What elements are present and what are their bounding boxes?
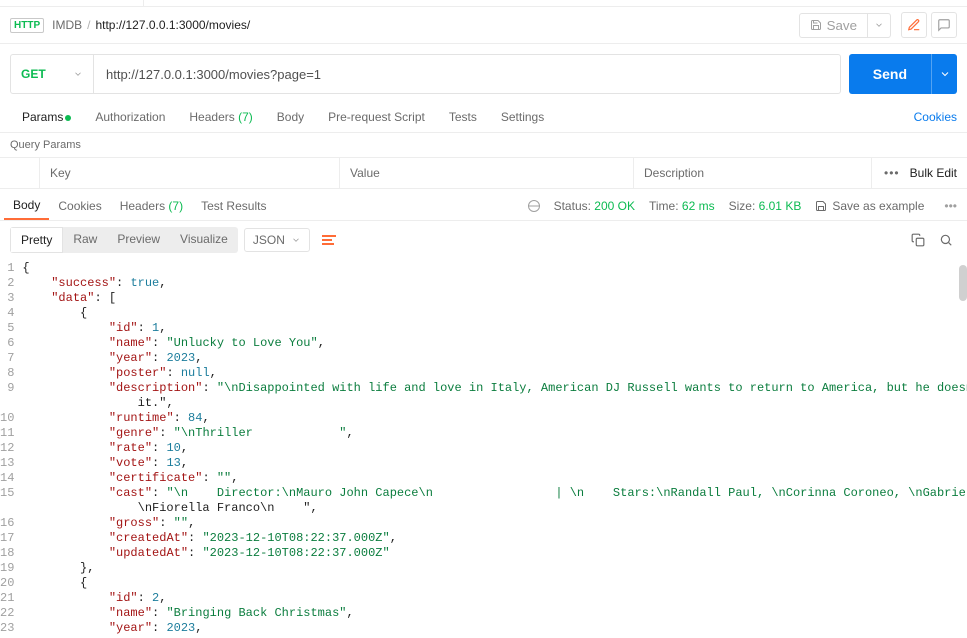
query-params-header: Key Value Description ••• Bulk Edit xyxy=(0,157,967,189)
resp-tab-body[interactable]: Body xyxy=(4,192,49,220)
floppy-icon xyxy=(815,200,827,212)
col-description: Description xyxy=(634,158,872,188)
response-body[interactable]: 1234567891011121314151617181920212223 { … xyxy=(0,259,967,638)
response-meta: Status: 200 OK Time: 62 ms Size: 6.01 KB… xyxy=(528,199,957,213)
save-example-label: Save as example xyxy=(832,199,924,213)
time-value: 62 ms xyxy=(682,199,715,213)
tab-headers[interactable]: Headers (7) xyxy=(177,102,264,132)
http-badge-icon: HTTP xyxy=(10,18,44,33)
dot-icon xyxy=(65,115,71,121)
more-icon[interactable]: ••• xyxy=(884,166,900,180)
save-as-example-button[interactable]: Save as example xyxy=(815,199,924,213)
save-button[interactable]: Save xyxy=(799,13,868,38)
breadcrumb-collection[interactable]: IMDB xyxy=(52,18,82,32)
copy-icon xyxy=(911,233,925,247)
col-value: Value xyxy=(340,158,634,188)
chevron-down-icon xyxy=(874,20,884,30)
floppy-icon xyxy=(810,19,822,31)
tab-params[interactable]: Params xyxy=(10,102,83,132)
language-select[interactable]: JSON xyxy=(244,228,310,252)
code-content[interactable]: { "success": true, "data": [ { "id": 1, … xyxy=(22,259,967,638)
language-value: JSON xyxy=(253,233,285,247)
tab-label: Headers xyxy=(189,110,234,124)
cookies-link[interactable]: Cookies xyxy=(914,102,957,132)
request-row: GET Send xyxy=(0,44,967,102)
status-label: Status: xyxy=(554,199,591,213)
edit-button[interactable] xyxy=(901,12,927,38)
save-dropdown[interactable] xyxy=(868,13,891,38)
network-icon[interactable] xyxy=(528,200,540,212)
url-input[interactable] xyxy=(94,54,841,94)
wrap-lines-icon xyxy=(322,233,336,247)
tab-authorization[interactable]: Authorization xyxy=(83,102,177,132)
view-pretty[interactable]: Pretty xyxy=(10,227,63,253)
send-dropdown[interactable] xyxy=(931,54,957,94)
size-label: Size: xyxy=(729,199,756,213)
breadcrumb-separator: / xyxy=(87,18,90,32)
copy-button[interactable] xyxy=(907,229,929,251)
tab-count: (7) xyxy=(168,199,183,213)
wrap-lines-button[interactable] xyxy=(316,227,342,253)
method-value: GET xyxy=(21,67,46,81)
tab-label: Params xyxy=(22,110,63,124)
chevron-down-icon xyxy=(291,235,301,245)
response-tabs: Body Cookies Headers (7) Test Results St… xyxy=(0,189,967,221)
more-icon[interactable]: ••• xyxy=(944,199,957,213)
tab-strip xyxy=(0,0,967,7)
view-toggle: Pretty Raw Preview Visualize xyxy=(10,227,238,253)
pencil-icon xyxy=(907,18,921,32)
tab-prerequest[interactable]: Pre-request Script xyxy=(316,102,437,132)
resp-tab-headers[interactable]: Headers (7) xyxy=(111,193,192,219)
size-value: 6.01 KB xyxy=(759,199,802,213)
comment-button[interactable] xyxy=(931,12,957,38)
view-raw[interactable]: Raw xyxy=(63,227,107,253)
view-visualize[interactable]: Visualize xyxy=(170,227,238,253)
chevron-down-icon xyxy=(939,68,951,80)
view-row: Pretty Raw Preview Visualize JSON xyxy=(0,221,967,259)
time-label: Time: xyxy=(649,199,679,213)
resp-tab-cookies[interactable]: Cookies xyxy=(49,193,110,219)
tab-label: Headers xyxy=(120,199,165,213)
request-tabs: Params Authorization Headers (7) Body Pr… xyxy=(0,102,967,133)
breadcrumb-path[interactable]: http://127.0.0.1:3000/movies/ xyxy=(95,18,250,32)
tab-body[interactable]: Body xyxy=(265,102,316,132)
resp-tab-test-results[interactable]: Test Results xyxy=(192,193,275,219)
search-button[interactable] xyxy=(935,229,957,251)
status-value: 200 OK xyxy=(594,199,635,213)
comment-icon xyxy=(937,18,951,32)
tab-settings[interactable]: Settings xyxy=(489,102,556,132)
chevron-down-icon xyxy=(73,69,83,79)
col-key: Key xyxy=(40,158,340,188)
search-icon xyxy=(939,233,953,247)
tab-count: (7) xyxy=(238,110,253,124)
scrollbar[interactable] xyxy=(959,265,967,301)
bulk-edit-link[interactable]: Bulk Edit xyxy=(910,166,957,180)
tab-tests[interactable]: Tests xyxy=(437,102,489,132)
line-gutter: 1234567891011121314151617181920212223 xyxy=(0,259,22,638)
send-button[interactable]: Send xyxy=(849,54,931,94)
save-label: Save xyxy=(827,18,857,33)
view-preview[interactable]: Preview xyxy=(107,227,170,253)
breadcrumb: HTTP IMDB / http://127.0.0.1:3000/movies… xyxy=(0,7,967,44)
query-params-title: Query Params xyxy=(0,133,967,157)
method-select[interactable]: GET xyxy=(10,54,94,94)
